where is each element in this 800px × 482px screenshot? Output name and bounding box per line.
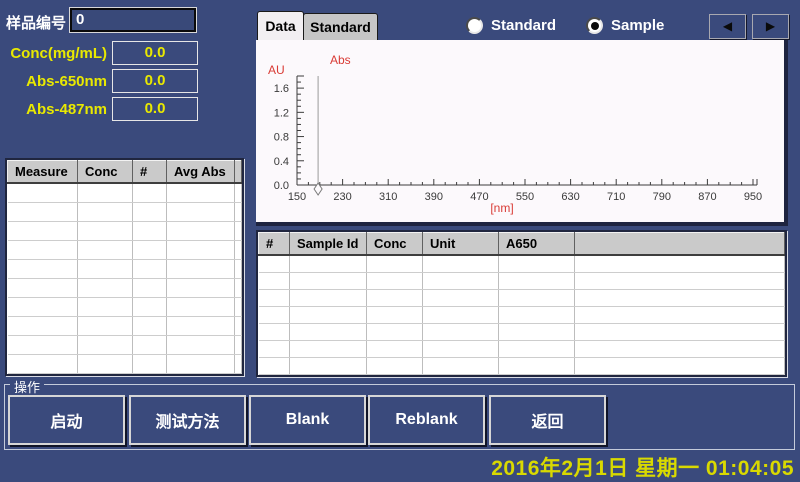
svg-text:Abs: Abs: [330, 53, 351, 67]
svg-text:870: 870: [698, 191, 716, 203]
table-row[interactable]: [259, 307, 785, 324]
svg-text:0.0: 0.0: [274, 180, 289, 192]
measure-table: Measure Conc # Avg Abs: [5, 158, 244, 376]
col-spacer: [235, 161, 242, 184]
svg-text:1.6: 1.6: [274, 83, 289, 95]
table-row[interactable]: [8, 298, 242, 317]
results-table-header-row: # Sample Id Conc Unit A650: [259, 233, 785, 256]
svg-text:310: 310: [379, 191, 397, 203]
svg-text:AU: AU: [268, 63, 285, 77]
svg-text:0.4: 0.4: [274, 156, 289, 168]
table-row[interactable]: [8, 222, 242, 241]
table-row[interactable]: [259, 290, 785, 307]
col-spacer: [575, 233, 785, 256]
next-button[interactable]: ▶: [752, 14, 789, 39]
abs650-label: Abs-650nm: [0, 73, 107, 90]
radio-standard-label: Standard: [491, 17, 556, 34]
table-row[interactable]: [259, 255, 785, 273]
svg-text:470: 470: [470, 191, 488, 203]
blank-button[interactable]: Blank: [249, 395, 366, 445]
conc-value: 0.0: [112, 41, 198, 65]
radio-sample-label: Sample: [611, 17, 664, 34]
test-method-button[interactable]: 测试方法: [129, 395, 246, 445]
svg-text:630: 630: [561, 191, 579, 203]
abs650-value: 0.0: [112, 69, 198, 93]
svg-text:150: 150: [288, 191, 306, 203]
svg-text:390: 390: [425, 191, 443, 203]
radio-standard-circle[interactable]: [466, 17, 483, 34]
col-measure: Measure: [8, 161, 78, 184]
col-avg-abs: Avg Abs: [167, 161, 235, 184]
col-unit: Unit: [423, 233, 499, 256]
measure-table-header-row: Measure Conc # Avg Abs: [8, 161, 242, 184]
arrow-left-icon: ◀: [723, 19, 732, 33]
svg-text:950: 950: [744, 191, 762, 203]
radio-standard[interactable]: Standard: [466, 17, 556, 34]
svg-text:550: 550: [516, 191, 534, 203]
abs487-value: 0.0: [112, 97, 198, 121]
col-number: #: [133, 161, 167, 184]
col-conc: Conc: [78, 161, 133, 184]
results-table: # Sample Id Conc Unit A650: [256, 230, 787, 377]
conc-label: Conc(mg/mL): [0, 45, 107, 62]
sample-no-label: 样品编号: [6, 12, 66, 33]
svg-text:230: 230: [333, 191, 351, 203]
prev-button[interactable]: ◀: [709, 14, 746, 39]
tab-standard[interactable]: Standard: [303, 13, 378, 40]
table-row[interactable]: [259, 324, 785, 341]
abs487-label: Abs-487nm: [0, 101, 107, 118]
table-row[interactable]: [8, 260, 242, 279]
table-row[interactable]: [8, 279, 242, 298]
col-sample-id: Sample Id: [290, 233, 367, 256]
svg-text:710: 710: [607, 191, 625, 203]
table-row[interactable]: [8, 355, 242, 374]
table-row[interactable]: [259, 273, 785, 290]
table-row[interactable]: [8, 241, 242, 260]
table-row[interactable]: [8, 317, 242, 336]
svg-text:790: 790: [653, 191, 671, 203]
tab-data[interactable]: Data: [257, 11, 304, 41]
svg-text:[nm]: [nm]: [490, 201, 513, 215]
actions-group-label: 操作: [10, 377, 44, 396]
col-a650: A650: [499, 233, 575, 256]
svg-text:1.2: 1.2: [274, 107, 289, 119]
sample-no-input[interactable]: 0: [70, 8, 196, 32]
radio-sample-dot: [591, 22, 599, 30]
table-row[interactable]: [8, 183, 242, 203]
datetime-display: 2016年2月1日 星期一 01:04:05: [491, 452, 794, 482]
radio-sample-circle[interactable]: [586, 17, 603, 34]
reblank-button[interactable]: Reblank: [368, 395, 485, 445]
col-conc: Conc: [367, 233, 423, 256]
spectrum-chart[interactable]: 0.0 0.4 0.8 1.2 1.6 150 230 310 390 470 550 630 710 7…: [256, 40, 784, 222]
col-number: #: [259, 233, 290, 256]
svg-text:0.8: 0.8: [274, 132, 289, 144]
radio-sample[interactable]: Sample: [586, 17, 664, 34]
return-button[interactable]: 返回: [489, 395, 606, 445]
start-button[interactable]: 启动: [8, 395, 125, 445]
arrow-right-icon: ▶: [766, 19, 775, 33]
table-row[interactable]: [259, 341, 785, 358]
table-row[interactable]: [259, 358, 785, 375]
table-row[interactable]: [8, 203, 242, 222]
table-row[interactable]: [8, 336, 242, 355]
spectrum-chart-panel: 0.0 0.4 0.8 1.2 1.6 150 230 310 390 470 550 630 710 7…: [256, 40, 788, 226]
